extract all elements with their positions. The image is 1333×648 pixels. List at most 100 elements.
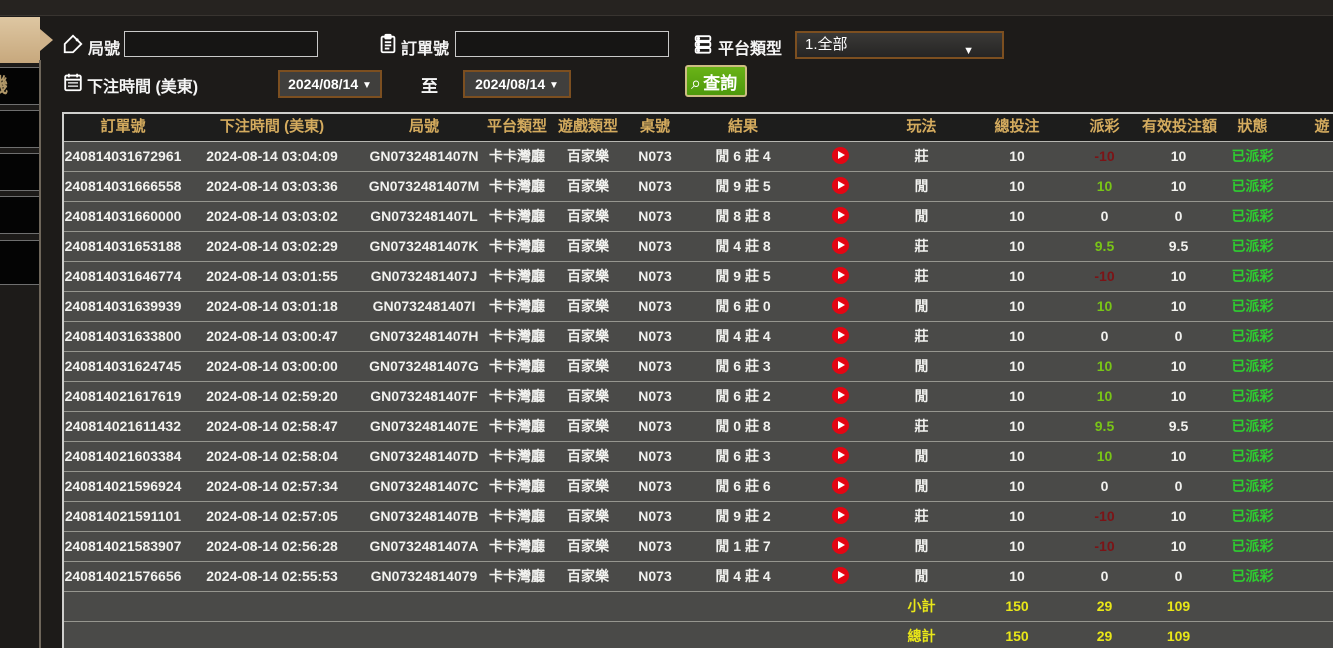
cell-platform: 卡卡灣廳 bbox=[489, 478, 545, 494]
cell-clipped bbox=[1290, 412, 1333, 441]
query-button[interactable]: ⌕ 查詢 bbox=[685, 65, 748, 97]
cell-order: 240814031646774 bbox=[64, 268, 182, 284]
cell-valid: 9.5 bbox=[1168, 238, 1189, 254]
play-video-icon[interactable] bbox=[831, 567, 849, 584]
cell-total: 10 bbox=[1009, 328, 1025, 344]
order-input[interactable] bbox=[455, 31, 669, 57]
bet-history-table: 訂單號 下注時間 (美東) 局號 平台類型 遊戲類型 桌號 結果 玩法 總投注 … bbox=[62, 112, 1333, 648]
play-video-icon[interactable] bbox=[831, 507, 849, 524]
cell-valid: 10 bbox=[1170, 148, 1187, 164]
round-input[interactable] bbox=[124, 31, 318, 57]
cell-status: 已派彩 bbox=[1231, 178, 1274, 194]
cell-round: GN0732481407M bbox=[368, 178, 480, 194]
cell-order: 240814031666558 bbox=[64, 178, 182, 194]
cell-valid: 0 bbox=[1174, 208, 1183, 224]
cell-payout: 10 bbox=[1096, 358, 1113, 374]
cell-platform: 卡卡灣廳 bbox=[489, 238, 545, 254]
cell-time: 2024-08-14 03:01:55 bbox=[206, 268, 338, 284]
cell-table: N073 bbox=[638, 538, 672, 554]
cell-platform: 卡卡灣廳 bbox=[489, 358, 545, 374]
date-from-dropdown[interactable]: 2024/08/14 ▼ bbox=[278, 70, 382, 98]
cell-round: GN0732481407H bbox=[369, 328, 479, 344]
play-video-icon[interactable] bbox=[831, 417, 849, 434]
cell-game: 百家樂 bbox=[567, 448, 609, 464]
cell-status: 已派彩 bbox=[1231, 448, 1274, 464]
cell-order: 240814031653188 bbox=[64, 238, 182, 254]
play-video-icon[interactable] bbox=[831, 237, 849, 254]
cell-round: GN0732481407J bbox=[370, 268, 478, 284]
play-video-icon[interactable] bbox=[831, 267, 849, 284]
cell-order: 240814021576656 bbox=[64, 568, 182, 584]
cell-valid: 9.5 bbox=[1168, 418, 1189, 434]
sidebar-item-1[interactable]: 機 bbox=[0, 67, 40, 105]
play-video-icon[interactable] bbox=[831, 207, 849, 224]
cell-total: 10 bbox=[1009, 448, 1025, 464]
cell-table: N073 bbox=[638, 178, 672, 194]
cell-payout: 10 bbox=[1096, 178, 1113, 194]
cell-payout: -10 bbox=[1094, 148, 1115, 164]
cell-table: N073 bbox=[638, 328, 672, 344]
cell-play: 閒 bbox=[914, 208, 929, 224]
cell-platform: 卡卡灣廳 bbox=[489, 298, 545, 314]
sidebar-item-2[interactable] bbox=[0, 110, 40, 148]
cell-valid: 10 bbox=[1170, 508, 1187, 524]
cell-status: 已派彩 bbox=[1231, 568, 1274, 584]
cell-total: 10 bbox=[1009, 538, 1025, 554]
table-row: 240814021617619 2024-08-14 02:59:20 GN07… bbox=[64, 382, 1333, 412]
cell-valid: 10 bbox=[1170, 268, 1187, 284]
play-video-icon[interactable] bbox=[831, 297, 849, 314]
clipboard-icon bbox=[377, 33, 399, 55]
cell-clipped bbox=[1290, 202, 1333, 231]
cell-status: 已派彩 bbox=[1231, 298, 1274, 314]
cell-payout: -10 bbox=[1094, 268, 1115, 284]
play-video-icon[interactable] bbox=[831, 387, 849, 404]
sidebar-menu: 機 bbox=[0, 0, 53, 648]
cell-game: 百家樂 bbox=[567, 208, 609, 224]
cell-valid: 10 bbox=[1170, 388, 1187, 404]
col-header-status: 狀態 bbox=[1237, 118, 1268, 135]
play-video-icon[interactable] bbox=[831, 357, 849, 374]
cell-result: 閒 4 莊 8 bbox=[715, 238, 771, 254]
cell-order: 240814031660000 bbox=[64, 208, 182, 224]
cell-round: GN0732481407I bbox=[372, 298, 476, 314]
table-row: 240814031660000 2024-08-14 03:03:02 GN07… bbox=[64, 202, 1333, 232]
cell-total: 10 bbox=[1009, 508, 1025, 524]
cell-time: 2024-08-14 03:02:29 bbox=[206, 238, 338, 254]
play-video-icon[interactable] bbox=[831, 477, 849, 494]
cell-play: 閒 bbox=[914, 538, 929, 554]
date-from-value: 2024/08/14 bbox=[288, 76, 359, 92]
subtotal-payout: 29 bbox=[1096, 598, 1113, 614]
cell-clipped bbox=[1290, 292, 1333, 321]
round-filter-label: 局號 bbox=[88, 41, 121, 58]
cell-platform: 卡卡灣廳 bbox=[489, 448, 545, 464]
play-video-icon[interactable] bbox=[831, 327, 849, 344]
cell-valid: 0 bbox=[1174, 478, 1183, 494]
sidebar-item-4[interactable] bbox=[0, 196, 40, 234]
cell-table: N073 bbox=[638, 448, 672, 464]
sidebar-active-item[interactable] bbox=[0, 17, 53, 63]
play-video-icon[interactable] bbox=[831, 147, 849, 164]
sidebar-item-5[interactable] bbox=[0, 240, 40, 285]
play-video-icon[interactable] bbox=[831, 447, 849, 464]
platform-select[interactable]: 1.全部 ▼ bbox=[795, 31, 1004, 59]
cell-round: GN0732481407C bbox=[369, 478, 479, 494]
cell-total: 10 bbox=[1009, 358, 1025, 374]
play-video-icon[interactable] bbox=[831, 177, 849, 194]
cell-valid: 10 bbox=[1170, 448, 1187, 464]
cell-total: 10 bbox=[1009, 148, 1025, 164]
cell-result: 閒 8 莊 8 bbox=[715, 208, 771, 224]
cell-valid: 0 bbox=[1174, 568, 1183, 584]
cell-status: 已派彩 bbox=[1231, 418, 1274, 434]
table-row: 240814031666558 2024-08-14 03:03:36 GN07… bbox=[64, 172, 1333, 202]
cell-round: GN0732481407K bbox=[369, 238, 479, 254]
cell-game: 百家樂 bbox=[567, 148, 609, 164]
tag-icon bbox=[62, 33, 84, 55]
table-row: 240814021596924 2024-08-14 02:57:34 GN07… bbox=[64, 472, 1333, 502]
play-video-icon[interactable] bbox=[831, 537, 849, 554]
date-to-dropdown[interactable]: 2024/08/14 ▼ bbox=[463, 70, 571, 98]
sidebar-item-3[interactable] bbox=[0, 153, 40, 191]
cell-platform: 卡卡灣廳 bbox=[489, 568, 545, 584]
col-header-time: 下注時間 (美東) bbox=[219, 118, 325, 135]
cell-play: 莊 bbox=[914, 238, 929, 254]
cell-status: 已派彩 bbox=[1231, 238, 1274, 254]
